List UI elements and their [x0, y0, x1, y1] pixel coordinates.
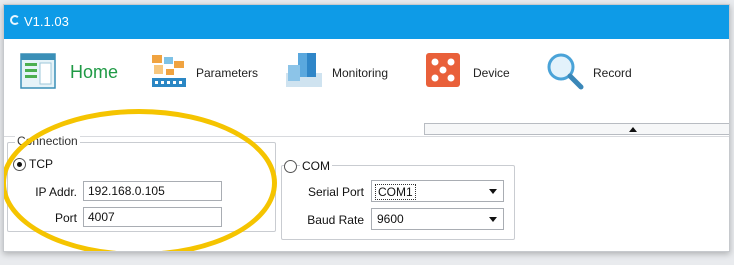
connection-legend: Connection: [15, 134, 80, 148]
ribbon-collapse-bar[interactable]: [424, 123, 729, 135]
collapse-arrow-icon: [629, 127, 637, 132]
ribbon-record[interactable]: Record: [544, 51, 640, 99]
ribbon-toolbar: Home Parameters Monitoring Device Record: [4, 39, 729, 137]
monitoring-icon: [286, 53, 322, 87]
ribbon-divider: [4, 136, 729, 137]
port-input[interactable]: [83, 207, 222, 227]
baud-rate-value: 9600: [377, 212, 404, 226]
ribbon-device[interactable]: Device: [424, 51, 514, 99]
tcp-radio[interactable]: [13, 158, 26, 171]
ribbon-home-label: Home: [70, 62, 119, 82]
device-icon: [426, 53, 460, 87]
ribbon-parameters-label: Parameters: [196, 66, 259, 80]
ribbon-device-label: Device: [473, 66, 510, 80]
app-icon: [10, 15, 20, 25]
baud-rate-label: Baud Rate: [307, 213, 364, 227]
chevron-down-icon: [489, 189, 497, 194]
baud-rate-select[interactable]: 9600: [371, 208, 504, 230]
window-title: V1.1.03: [24, 14, 69, 29]
ribbon-home[interactable]: Home: [18, 51, 128, 99]
title-bar: V1.1.03: [4, 5, 729, 39]
ribbon-monitoring[interactable]: Monitoring: [284, 51, 396, 99]
app-window: V1.1.03 Home Parameters Monitoring Devic…: [3, 4, 730, 252]
ribbon-record-label: Record: [593, 66, 632, 80]
ribbon-monitoring-label: Monitoring: [332, 66, 389, 80]
magnifier-icon: [547, 53, 584, 90]
ip-address-input[interactable]: [83, 181, 222, 201]
tcp-radio-dot: [17, 162, 22, 167]
serial-port-select[interactable]: COM1: [371, 180, 504, 202]
serial-port-label: Serial Port: [307, 185, 364, 199]
com-radio[interactable]: [284, 160, 297, 173]
serial-port-value: COM1: [375, 184, 416, 200]
ip-address-label: IP Addr.: [35, 185, 77, 199]
home-window-icon: [20, 53, 56, 89]
com-radio-label: COM: [300, 159, 332, 173]
ribbon-parameters[interactable]: Parameters: [150, 51, 264, 99]
port-label: Port: [54, 211, 77, 225]
chevron-down-icon: [489, 217, 497, 222]
tcp-radio-label: TCP: [29, 157, 53, 171]
parameters-icon: [152, 55, 186, 87]
